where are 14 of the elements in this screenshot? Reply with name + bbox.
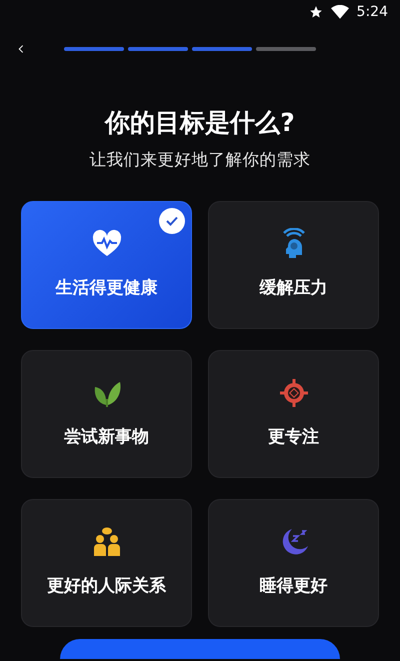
star-icon [308,5,323,19]
check-icon [159,208,185,234]
goal-option[interactable]: 生活得更健康 [21,200,192,329]
page-subtitle: 让我们来更好地了解你的需求 [88,149,312,171]
page-title: 你的目标是什么? [103,108,296,138]
goal-option[interactable]: 睡得更好 [208,498,379,627]
continue-button[interactable] [60,638,340,659]
target-icon [278,377,310,409]
goal-option[interactable]: 缓解压力 [208,200,379,329]
wifi-icon [330,5,349,19]
goal-option[interactable]: 更专注 [208,350,379,478]
goal-option[interactable]: 更好的人际关系 [21,498,192,627]
status-time: 5:24 [356,2,388,22]
goal-option[interactable]: 尝试新事物 [21,350,192,478]
